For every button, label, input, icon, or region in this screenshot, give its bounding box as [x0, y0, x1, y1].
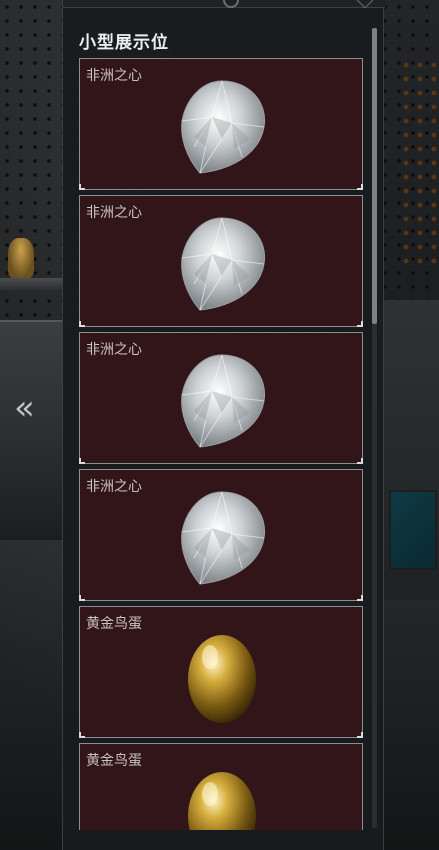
display-item-list: 非洲之心 非洲之心 非洲之心 非洲之心 黄金鸟蛋 黄金鸟蛋	[79, 58, 363, 830]
item-name: 非洲之心	[86, 342, 142, 358]
display-item-card[interactable]: 非洲之心	[79, 58, 363, 190]
diamond-gem-icon	[181, 491, 266, 585]
golden-egg-icon	[188, 635, 256, 723]
knob-icon[interactable]	[223, 0, 239, 8]
item-name: 黄金鸟蛋	[86, 616, 142, 632]
display-item-card[interactable]: 非洲之心	[79, 195, 363, 327]
back-arrow-button[interactable]: «	[14, 388, 52, 428]
diamond-gem-icon	[181, 354, 266, 448]
item-name: 非洲之心	[86, 205, 142, 221]
teal-display-case	[389, 490, 437, 570]
panel-title: 小型展示位	[79, 33, 169, 53]
display-item-card[interactable]: 黄金鸟蛋	[79, 743, 363, 830]
trophy-decor	[8, 238, 34, 278]
shelf-left	[0, 278, 70, 290]
display-slot-panel: 小型展示位 非洲之心 非洲之心 非洲之心 非洲之心 黄金鸟蛋 黄金鸟蛋	[62, 0, 385, 850]
item-name: 非洲之心	[86, 68, 142, 84]
golden-egg-icon	[188, 772, 256, 830]
diamond-gem-icon	[181, 80, 266, 174]
panel-top-bar	[63, 0, 385, 9]
display-item-card[interactable]: 黄金鸟蛋	[79, 606, 363, 738]
double-chevron-left-icon: «	[14, 388, 35, 428]
display-item-card[interactable]: 非洲之心	[79, 469, 363, 601]
item-name: 非洲之心	[86, 479, 142, 495]
shelf-decor-right	[399, 58, 439, 268]
diamond-gem-icon	[181, 217, 266, 311]
display-counter-left	[0, 320, 70, 540]
item-name: 黄金鸟蛋	[86, 753, 142, 769]
display-item-card[interactable]: 非洲之心	[79, 332, 363, 464]
diamond-icon[interactable]	[356, 0, 374, 9]
scrollbar-thumb[interactable]	[372, 28, 377, 324]
